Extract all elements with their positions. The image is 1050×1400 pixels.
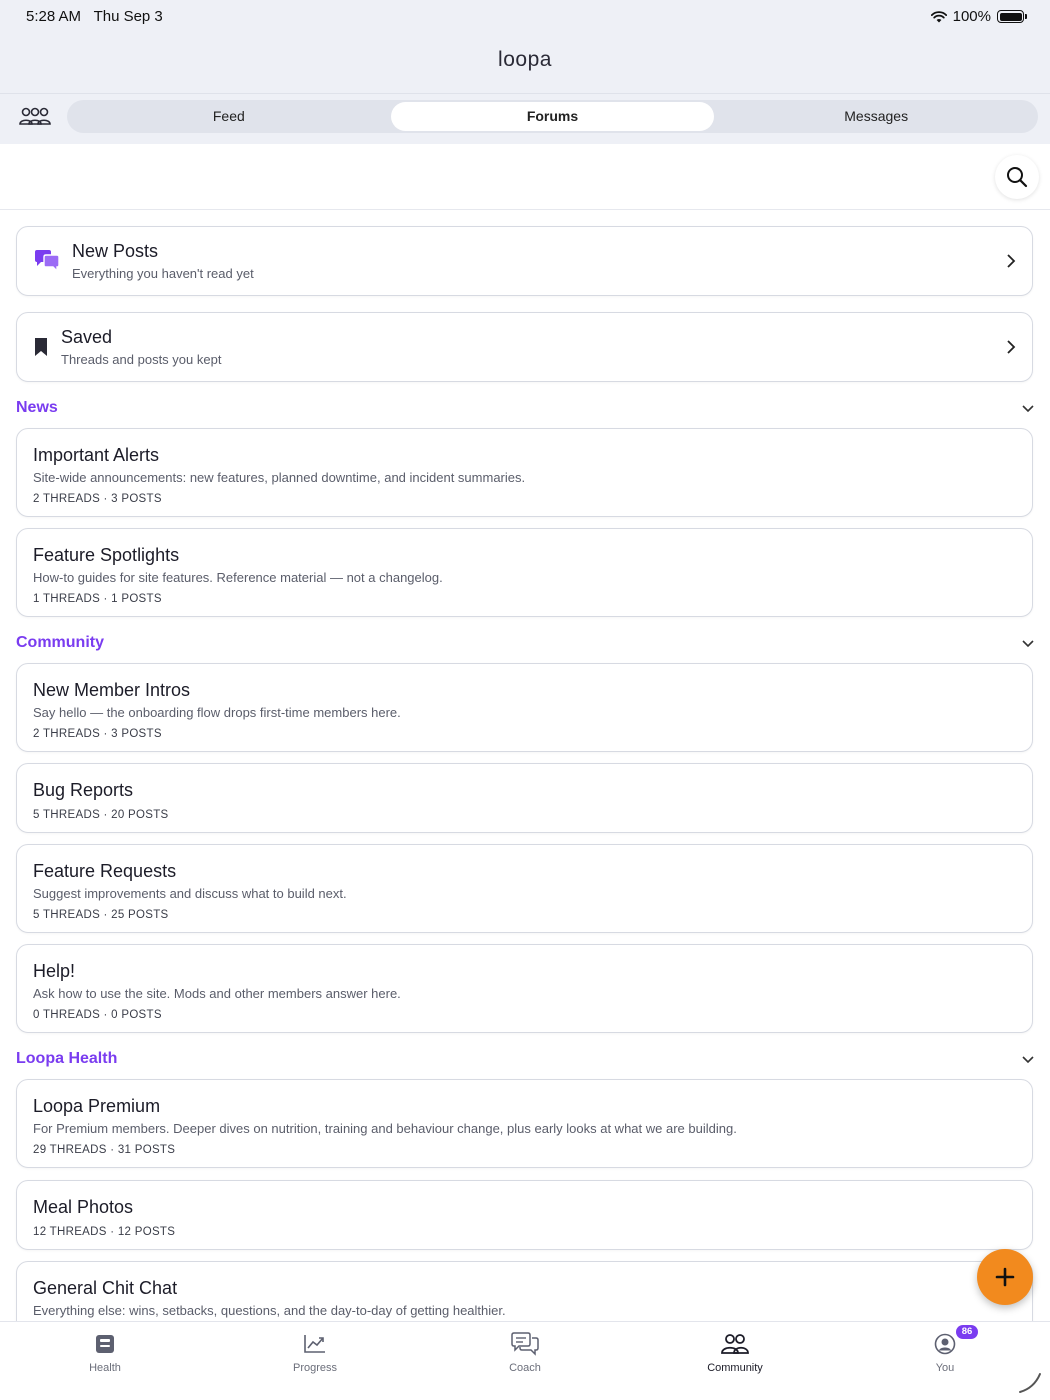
saved-card[interactable]: Saved Threads and posts you kept	[16, 312, 1033, 382]
forum-card[interactable]: New Member Intros Say hello — the onboar…	[16, 663, 1033, 752]
search-icon	[1007, 167, 1028, 188]
groups-icon[interactable]	[18, 105, 52, 129]
forum-card[interactable]: Bug Reports 5 THREADS · 20 POSTS	[16, 763, 1033, 833]
forum-title: New Member Intros	[33, 680, 191, 700]
battery-icon	[997, 10, 1027, 23]
new-thread-fab[interactable]	[977, 1249, 1033, 1305]
forum-stats: 2 THREADS · 3 POSTS	[33, 728, 162, 740]
nav-label: Community	[707, 1362, 763, 1374]
top-tab-row: Feed Forums Messages	[0, 94, 1050, 144]
forum-card[interactable]: Feature Spotlights How-to guides for sit…	[16, 528, 1033, 617]
forum-description: Everything else: wins, setbacks, questio…	[33, 1303, 506, 1318]
forum-card[interactable]: Important Alerts Site-wide announcements…	[16, 428, 1033, 517]
notification-badge: 86	[956, 1325, 978, 1339]
section-header-community[interactable]: Community	[16, 634, 1034, 658]
forum-stats: 29 THREADS · 31 POSTS	[33, 1144, 176, 1156]
profile-icon	[934, 1333, 956, 1355]
forum-title: Bug Reports	[33, 780, 134, 800]
forum-title: General Chit Chat	[33, 1278, 178, 1298]
bottom-nav: Health Progress Coach Community 86 You	[0, 1321, 1050, 1400]
app-logo: loopa	[498, 48, 552, 71]
app-header: loopa	[0, 34, 1050, 94]
saved-title: Saved	[61, 327, 113, 347]
forum-card[interactable]: General Chit Chat Everything else: wins,…	[16, 1261, 1033, 1321]
section-title: Community	[16, 634, 104, 651]
forum-description: How-to guides for site features. Referen…	[33, 570, 443, 585]
forum-title: Meal Photos	[33, 1197, 134, 1217]
chat-bubbles-icon	[35, 250, 60, 273]
chevron-down-icon	[1022, 405, 1034, 413]
health-icon	[96, 1335, 114, 1353]
community-icon	[721, 1334, 749, 1354]
plus-icon	[995, 1267, 1015, 1287]
forum-stats: 5 THREADS · 25 POSTS	[33, 909, 169, 921]
forum-card[interactable]: Help! Ask how to use the site. Mods and …	[16, 944, 1033, 1033]
wifi-icon	[930, 10, 947, 22]
forum-title: Important Alerts	[33, 445, 160, 465]
nav-label: Health	[89, 1362, 121, 1374]
forum-title: Feature Requests	[33, 861, 177, 881]
battery-percent: 100%	[952, 8, 991, 25]
forum-stats: 12 THREADS · 12 POSTS	[33, 1226, 176, 1238]
forum-stats: 5 THREADS · 20 POSTS	[33, 809, 169, 821]
forum-title: Feature Spotlights	[33, 545, 180, 565]
new-posts-card[interactable]: New Posts Everything you haven't read ye…	[16, 226, 1033, 296]
nav-community[interactable]: Community	[630, 1322, 840, 1400]
tab-feed[interactable]: Feed	[67, 100, 391, 133]
forum-card[interactable]: Loopa Premium For Premium members. Deepe…	[16, 1079, 1033, 1168]
section-header-news[interactable]: News	[16, 399, 1034, 423]
chevron-down-icon	[1022, 1056, 1034, 1064]
forum-description: Suggest improvements and discuss what to…	[33, 886, 347, 901]
forum-description: Ask how to use the site. Mods and other …	[33, 986, 401, 1001]
search-button[interactable]	[995, 155, 1039, 199]
nav-progress[interactable]: Progress	[210, 1322, 420, 1400]
status-time: 5:28 AM Thu Sep 3	[26, 8, 163, 25]
nav-label: Progress	[292, 1362, 338, 1374]
status-bar: 5:28 AM Thu Sep 3 100%	[0, 0, 1050, 34]
segmented-control: Feed Forums Messages	[67, 100, 1038, 133]
chevron-down-icon	[1022, 640, 1034, 648]
section-title: Loopa Health	[16, 1050, 118, 1067]
nav-coach[interactable]: Coach	[420, 1322, 630, 1400]
forum-title: Loopa Premium	[33, 1096, 161, 1116]
bookmark-icon	[35, 338, 47, 356]
new-posts-subtitle: Everything you haven't read yet	[72, 266, 254, 281]
forum-list[interactable]: New Posts Everything you haven't read ye…	[0, 210, 1050, 1321]
chevron-right-icon	[1007, 340, 1016, 354]
status-date: Thu Sep 3	[93, 8, 163, 25]
status-clock: 5:28 AM	[26, 8, 82, 25]
section-header-loopa-health[interactable]: Loopa Health	[16, 1050, 1034, 1074]
forum-description: Site-wide announcements: new features, p…	[33, 470, 526, 485]
forum-description: For Premium members. Deeper dives on nut…	[33, 1121, 737, 1136]
forum-stats: 2 THREADS · 3 POSTS	[33, 493, 162, 505]
nav-health[interactable]: Health	[0, 1322, 210, 1400]
nav-label: Coach	[509, 1362, 541, 1374]
forum-description: Say hello — the onboarding flow drops fi…	[33, 705, 401, 720]
saved-subtitle: Threads and posts you kept	[61, 352, 222, 367]
forum-stats: 1 THREADS · 1 POSTS	[33, 593, 162, 605]
home-indicator-icon	[1019, 1373, 1041, 1393]
forum-stats: 0 THREADS · 0 POSTS	[33, 1009, 162, 1021]
forum-card[interactable]: Meal Photos 12 THREADS · 12 POSTS	[16, 1180, 1033, 1250]
section-title: News	[16, 399, 58, 416]
chevron-right-icon	[1007, 254, 1016, 268]
forum-title: Help!	[33, 961, 76, 981]
tab-forums[interactable]: Forums	[390, 102, 715, 131]
status-indicators: 100%	[930, 8, 1027, 25]
search-area	[0, 144, 1050, 210]
chart-icon	[304, 1335, 325, 1353]
tab-messages[interactable]: Messages	[714, 100, 1038, 133]
forum-card[interactable]: Feature Requests Suggest improvements an…	[16, 844, 1033, 933]
new-posts-title: New Posts	[72, 241, 159, 261]
chat-icon	[511, 1332, 539, 1356]
